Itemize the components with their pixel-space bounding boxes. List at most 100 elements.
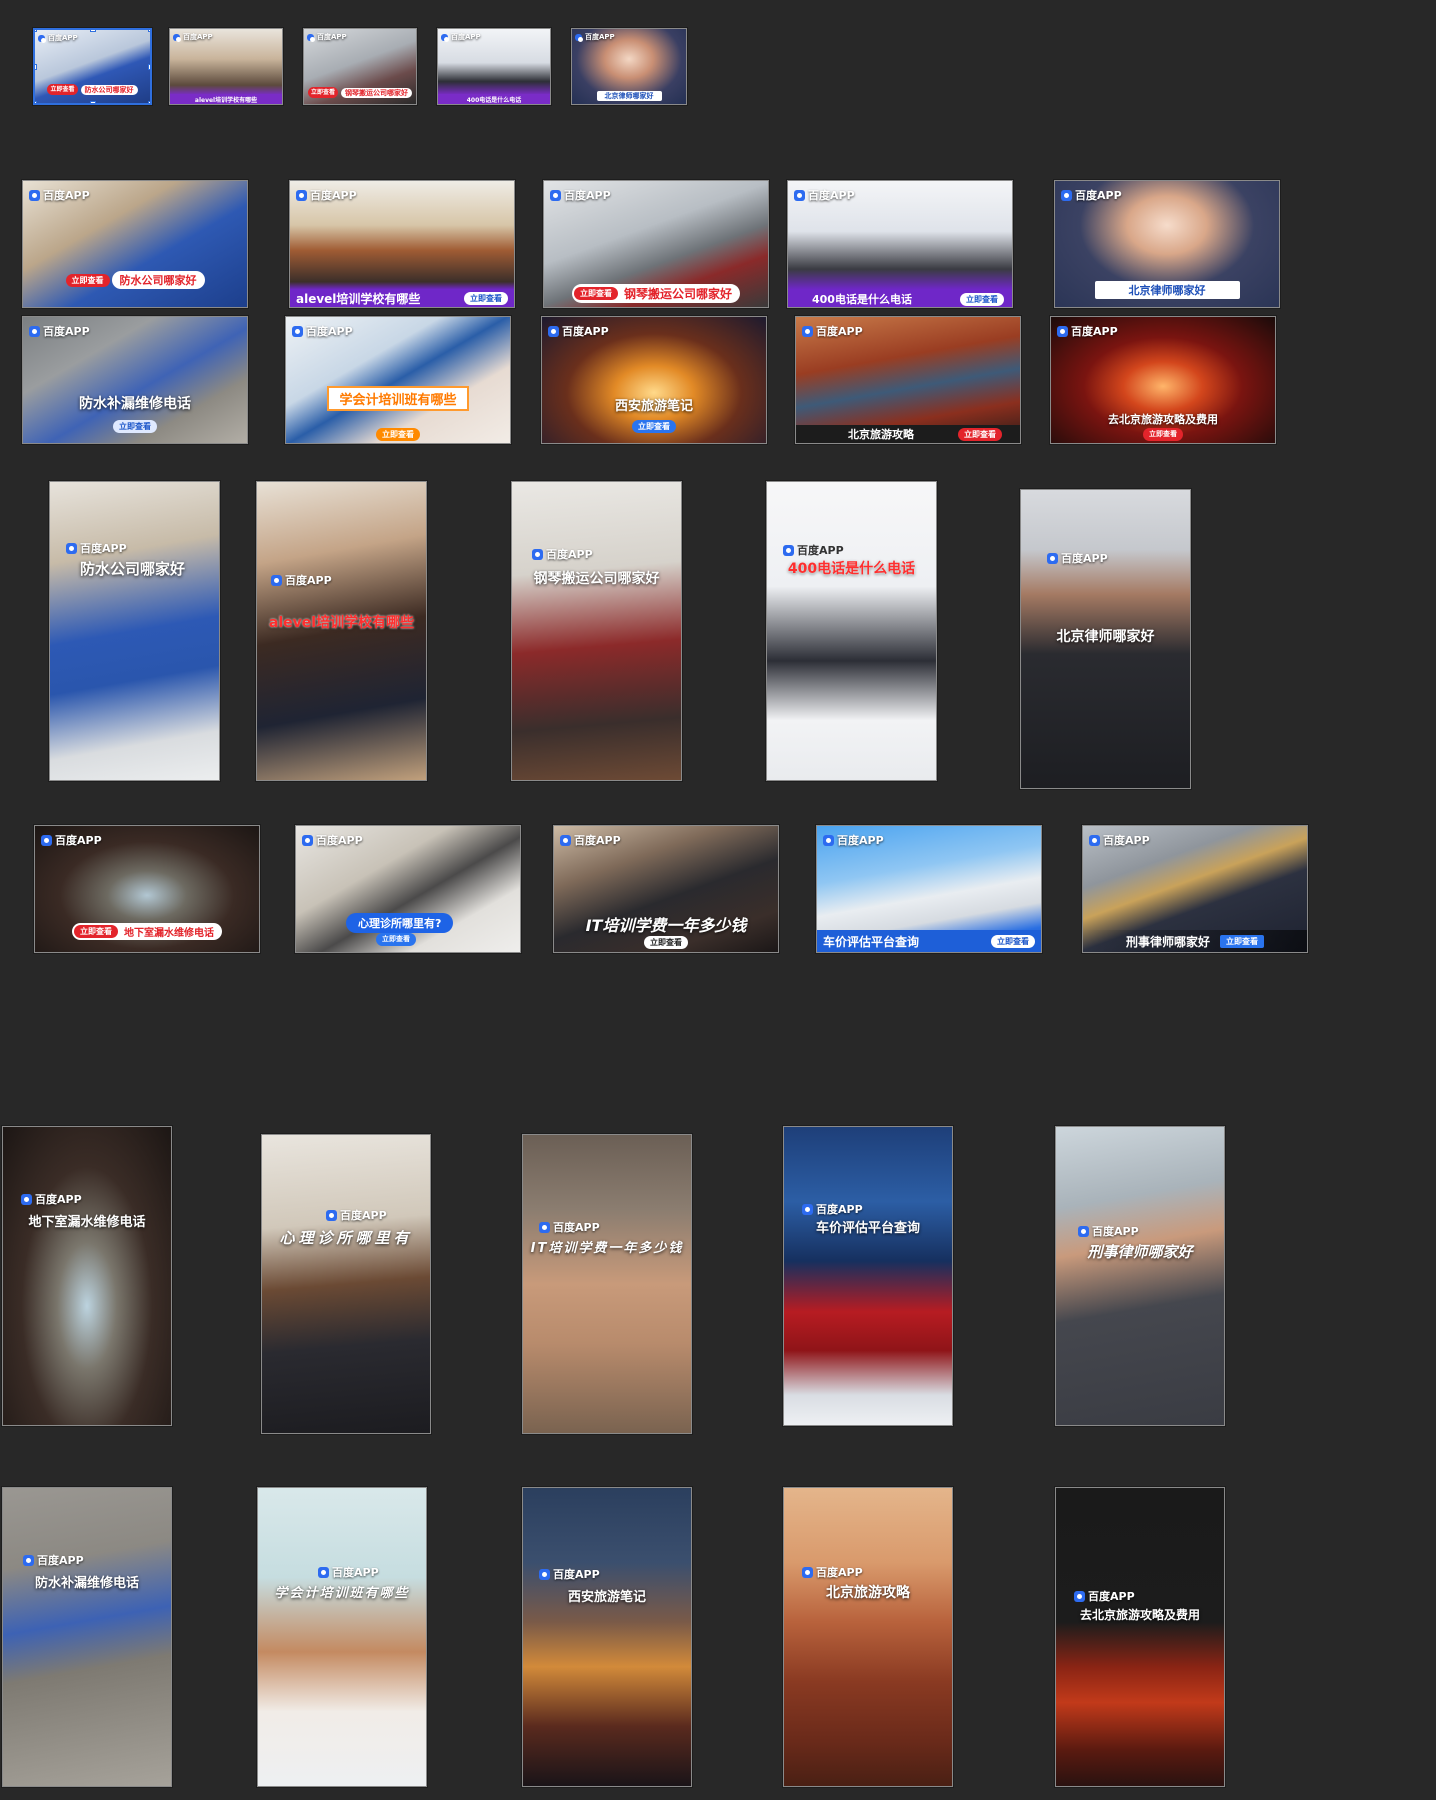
ad-banner[interactable]: 百度APP 立即查看 防水公司哪家好 (22, 180, 248, 308)
cta-badge[interactable]: 立即查看 (573, 287, 618, 300)
ad-thumbnail[interactable]: 百度APP 北京律师哪家好 (571, 28, 687, 105)
ad-headline: 北京律师哪家好 (1056, 629, 1155, 645)
ad-banner[interactable]: 百度APP 400电话是什么电话 立即查看 (787, 180, 1013, 308)
ad-headline: 北京律师哪家好 (596, 91, 662, 101)
ad-banner[interactable]: 百度APP 防水补漏维修电话 立即查看 (22, 316, 248, 444)
ad-portrait[interactable]: 百度APP 心理诊所哪里有 (261, 1134, 431, 1434)
brand-logo: 百度APP (23, 1552, 84, 1568)
ad-banner[interactable]: 百度APP alevel培训学校有哪些 立即查看 (289, 180, 515, 308)
ad-portrait[interactable]: 百度APP 防水公司哪家好 (49, 481, 220, 781)
cta-badge[interactable]: 立即查看 (65, 273, 110, 287)
ad-banner[interactable]: 百度APP 学会计培训班有哪些 立即查看 (285, 316, 511, 444)
ad-headline: alevel培训学校有哪些 (296, 291, 421, 306)
cta-badge[interactable]: 立即查看 (958, 427, 1002, 441)
resize-handle[interactable] (35, 30, 37, 32)
brand-logo: 百度APP (318, 1564, 379, 1580)
brand-logo: 百度APP (441, 32, 481, 42)
cta-badge[interactable]: 立即查看 (74, 925, 118, 938)
ad-thumbnail-selected[interactable]: 百度APP 立即查看 防水公司哪家好 (33, 28, 152, 105)
cta-badge[interactable]: 立即查看 (991, 934, 1035, 948)
ad-headline: 防水补漏维修电话 (34, 1576, 139, 1591)
brand-logo: 百度APP (173, 32, 213, 42)
ad-portrait[interactable]: 百度APP 钢琴搬运公司哪家好 (511, 481, 682, 781)
ad-portrait[interactable]: 百度APP 车价评估平台查询 (783, 1126, 953, 1426)
ad-banner[interactable]: 百度APP 车价评估平台查询 立即查看 (816, 825, 1042, 953)
ad-portrait[interactable]: 百度APP 西安旅游笔记 (522, 1487, 692, 1787)
ad-banner[interactable]: 百度APP IT培训学费一年多少钱 立即查看 (553, 825, 779, 953)
cta-badge[interactable]: 立即查看 (632, 420, 676, 433)
brand-logo: 百度APP (539, 1219, 600, 1235)
ad-portrait[interactable]: 百度APP 刑事律师哪家好 (1055, 1126, 1225, 1426)
ad-headline: 钢琴搬运公司哪家好 (341, 87, 412, 98)
ad-headline: 西安旅游笔记 (567, 1590, 646, 1605)
ad-headline: 防水公司哪家好 (111, 271, 205, 289)
ad-headline: 钢琴搬运公司哪家好 (533, 571, 660, 587)
ad-headline: 学会计培训班有哪些 (327, 386, 469, 411)
ad-thumbnail[interactable]: 百度APP alevel培训学校有哪些 (169, 28, 283, 105)
ad-portrait[interactable]: 百度APP 北京旅游攻略 (783, 1487, 953, 1787)
ad-headline: 去北京旅游攻略及费用 (1079, 1608, 1200, 1622)
cta-badge[interactable]: 立即查看 (1143, 428, 1183, 441)
brand-logo: 百度APP (1074, 1588, 1135, 1604)
cta-badge[interactable]: 立即查看 (307, 87, 338, 98)
ad-headline: 400电话是什么电话 (812, 293, 912, 306)
brand-logo: 百度APP (794, 187, 855, 203)
resize-handle[interactable] (35, 64, 37, 70)
brand-logo: 百度APP (29, 187, 90, 203)
ad-headline: 车价评估平台查询 (823, 934, 920, 949)
ad-banner[interactable]: 百度APP 立即查看 钢琴搬运公司哪家好 (543, 180, 769, 308)
brand-logo: 百度APP (296, 187, 357, 203)
ad-banner[interactable]: 百度APP 北京律师哪家好 (1054, 180, 1280, 308)
ad-banner[interactable]: 百度APP 北京旅游攻略 立即查看 (795, 316, 1021, 444)
resize-handle[interactable] (148, 101, 150, 103)
brand-logo: 百度APP (548, 323, 609, 339)
brand-logo: 百度APP (29, 323, 90, 339)
ad-headline: alevel培训学校有哪些 (268, 615, 415, 631)
ad-headline: 心理诊所哪里有? (346, 913, 454, 933)
brand-logo: 百度APP (575, 32, 615, 42)
ad-banner[interactable]: 百度APP 去北京旅游攻略及费用 立即查看 (1050, 316, 1276, 444)
ad-banner[interactable]: 百度APP 刑事律师哪家好 立即查看 (1082, 825, 1308, 953)
brand-logo: 百度APP (532, 546, 593, 562)
brand-logo: 百度APP (41, 832, 102, 848)
cta-badge[interactable]: 立即查看 (47, 84, 78, 95)
resize-handle[interactable] (148, 30, 150, 32)
ad-banner[interactable]: 百度APP 立即查看 地下室漏水维修电话 (34, 825, 260, 953)
cta-badge[interactable]: 立即查看 (644, 936, 688, 949)
ad-portrait[interactable]: 百度APP 地下室漏水维修电话 (2, 1126, 172, 1426)
brand-logo: 百度APP (1061, 187, 1122, 203)
ad-headline: alevel培训学校有哪些 (170, 94, 282, 104)
ad-portrait[interactable]: 百度APP 学会计培训班有哪些 (257, 1487, 427, 1787)
resize-handle[interactable] (90, 30, 96, 32)
cta-badge[interactable]: 立即查看 (113, 420, 157, 433)
ad-banner[interactable]: 百度APP 心理诊所哪里有? 立即查看 (295, 825, 521, 953)
brand-logo: 百度APP (560, 832, 621, 848)
ad-thumbnail[interactable]: 百度APP 立即查看 钢琴搬运公司哪家好 (303, 28, 417, 105)
ad-headline: 刑事律师哪家好 (1125, 934, 1210, 949)
resize-handle[interactable] (35, 101, 37, 103)
brand-logo: 百度APP (292, 323, 353, 339)
brand-logo: 百度APP (539, 1566, 600, 1582)
brand-logo: 百度APP (783, 542, 844, 558)
ad-portrait[interactable]: 百度APP alevel培训学校有哪些 (256, 481, 427, 781)
cta-badge[interactable]: 立即查看 (960, 292, 1004, 306)
cta-badge[interactable]: 立即查看 (376, 428, 420, 441)
ad-thumbnail[interactable]: 百度APP 400电话是什么电话 (437, 28, 551, 105)
cta-badge[interactable]: 立即查看 (376, 933, 416, 946)
ad-headline: 防水公司哪家好 (80, 84, 138, 95)
ad-portrait[interactable]: 百度APP 400电话是什么电话 (766, 481, 937, 781)
cta-badge[interactable]: 立即查看 (464, 291, 508, 305)
ad-portrait[interactable]: 百度APP 防水补漏维修电话 (2, 1487, 172, 1787)
ad-portrait[interactable]: 百度APP 北京律师哪家好 (1020, 489, 1191, 789)
ad-banner[interactable]: 百度APP 西安旅游笔记 立即查看 (541, 316, 767, 444)
ad-headline: IT培训学费一年多少钱 (530, 1241, 684, 1256)
ad-headline: 去北京旅游攻略及费用 (1108, 413, 1218, 426)
resize-handle[interactable] (148, 64, 150, 70)
resize-handle[interactable] (90, 101, 96, 103)
cta-badge[interactable]: 立即查看 (1220, 934, 1264, 948)
ad-portrait[interactable]: 百度APP 去北京旅游攻略及费用 (1055, 1487, 1225, 1787)
ad-headline: 地下室漏水维修电话 (28, 1215, 146, 1230)
ad-headline: 心理诊所哪里有 (279, 1229, 413, 1247)
ad-portrait[interactable]: 百度APP IT培训学费一年多少钱 (522, 1134, 692, 1434)
brand-logo: 百度APP (823, 832, 884, 848)
